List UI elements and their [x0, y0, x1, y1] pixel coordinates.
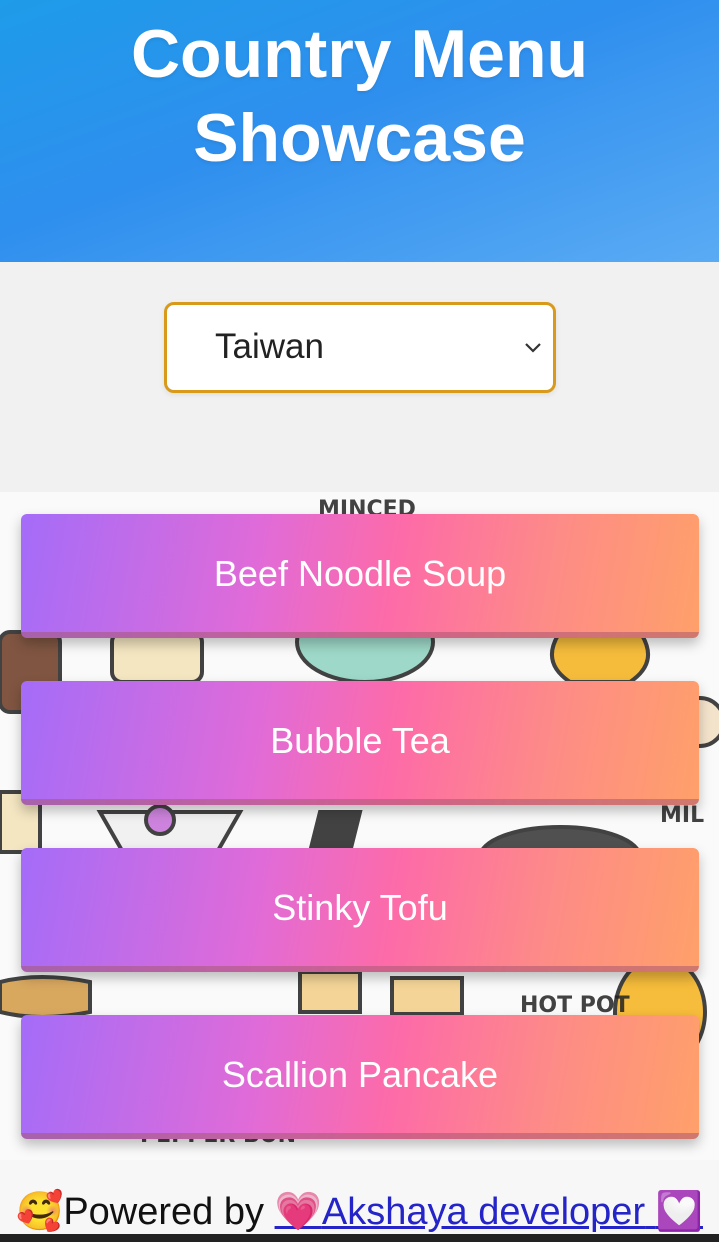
title-line-2: Showcase: [193, 100, 526, 176]
menu-list: HOT POT MIL MINCED PEPPER BUN Beef Noodl…: [0, 492, 719, 1160]
page-header: Country Menu Showcase: [0, 0, 719, 262]
svg-text:MIL: MIL: [660, 803, 704, 828]
page-title: Country Menu Showcase: [0, 12, 719, 180]
page-footer: 🥰Powered by 💗Akshaya developer 💟: [0, 1160, 719, 1242]
footer-credit: 🥰Powered by 💗Akshaya developer 💟: [0, 1190, 719, 1234]
country-select[interactable]: Taiwan: [164, 302, 556, 393]
heart-emoji-icon: 💗: [274, 1191, 322, 1233]
country-select-value: Taiwan: [215, 327, 324, 366]
developer-link-text: Akshaya developer: [321, 1191, 646, 1233]
menu-item-button[interactable]: Beef Noodle Soup: [21, 514, 699, 638]
menu-item-button[interactable]: Stinky Tofu: [21, 848, 699, 972]
smiling-hearts-emoji-icon: 🥰: [16, 1191, 64, 1233]
chevron-down-icon: [525, 343, 541, 353]
bottom-edge-bar: [0, 1234, 719, 1242]
developer-link[interactable]: 💗Akshaya developer 💟: [275, 1191, 703, 1233]
menu-item-button[interactable]: Scallion Pancake: [21, 1015, 699, 1139]
menu-item-button[interactable]: Bubble Tea: [21, 681, 699, 805]
heart-decoration-emoji-icon: 💟: [655, 1191, 703, 1233]
powered-by-text: Powered by: [63, 1191, 264, 1233]
title-line-1: Country Menu: [130, 16, 589, 92]
